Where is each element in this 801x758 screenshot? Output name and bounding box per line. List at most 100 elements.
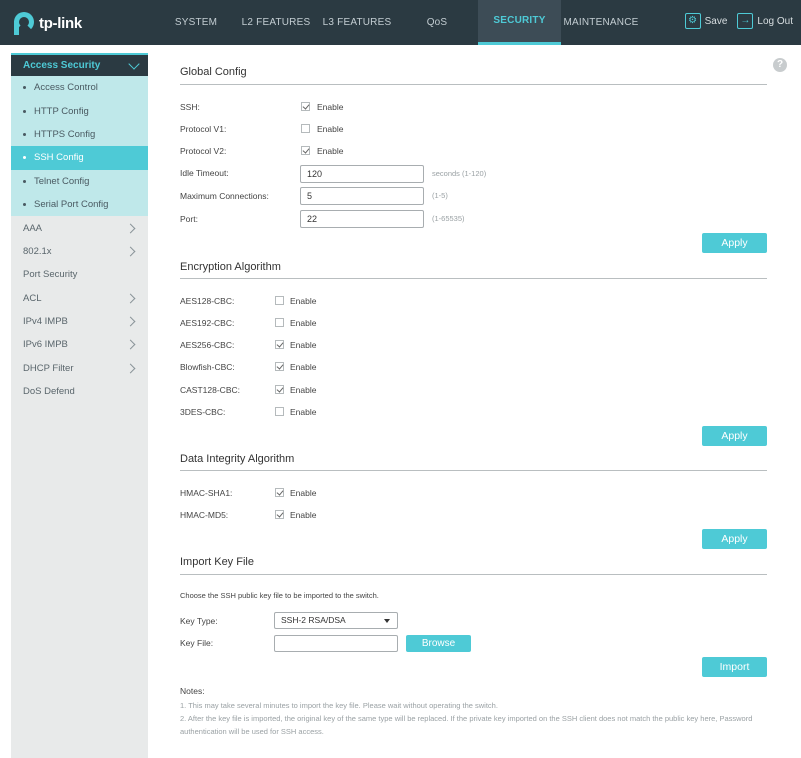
ssh-enable-checkbox[interactable] [301,102,310,111]
sidebar-item-label: Telnet Config [34,175,90,187]
sidebar-item-label: DHCP Filter [23,362,74,374]
sidebar-item-label: Port Security [23,269,78,281]
browse-button[interactable]: Browse [406,635,471,652]
sidebar-item-8021x[interactable]: 802.1x [11,240,148,263]
sidebar-item-https-config[interactable]: HTTPS Config [11,123,148,146]
sidebar-item-acl[interactable]: ACL [11,287,148,310]
sidebar-item-ssh-config[interactable]: SSH Config [11,146,148,170]
sidebar-item-ipv4-impb[interactable]: IPv4 IMPB [11,310,148,333]
3des-label: 3DES-CBC: [180,407,226,417]
aes128-enable-checkbox[interactable] [275,296,284,305]
hmac-sha1-enable-label: Enable [290,488,317,498]
aes192-enable-label: Enable [290,318,317,328]
hmac-md5-enable-label: Enable [290,510,317,520]
port-input[interactable]: 22 [300,210,424,228]
protocol-v2-enable-checkbox[interactable] [301,146,310,155]
section-divider [180,84,767,85]
aes128-label: AES128-CBC: [180,296,235,306]
sidebar-item-label: IPv6 IMPB [23,339,68,351]
section-divider [180,574,767,575]
note-1: 1. This may take several minutes to impo… [180,701,498,710]
global-config-apply-button[interactable]: Apply [702,233,767,253]
hmac-md5-enable-checkbox[interactable] [275,510,284,519]
chevron-right-icon [125,223,136,233]
logout-button[interactable]: → Log Out [737,13,793,29]
sidebar-item-dos-defend[interactable]: DoS Defend [11,380,148,403]
idle-timeout-input[interactable]: 120 [300,165,424,183]
cast128-enable-checkbox[interactable] [275,385,284,394]
key-file-input[interactable] [274,635,398,652]
top-header: tp-link SYSTEM L2 FEATURES L3 FEATURES Q… [0,0,801,45]
gear-icon: ⚙ [684,13,701,29]
import-button[interactable]: Import [702,657,767,677]
tp-link-logo-mark-icon [10,12,36,35]
notes-title: Notes: [180,686,205,696]
brand-name: tp-link [39,14,82,32]
blowfish-enable-checkbox[interactable] [275,362,284,371]
protocol-v1-enable-checkbox[interactable] [301,124,310,133]
3des-enable-checkbox[interactable] [275,407,284,416]
chevron-right-icon [125,340,136,350]
nav-l2-features[interactable]: L2 FEATURES [234,0,318,45]
encryption-title: Encryption Algorithm [180,261,281,273]
section-divider [180,278,767,279]
integrity-apply-button[interactable]: Apply [702,529,767,549]
hmac-sha1-enable-checkbox[interactable] [275,488,284,497]
aes256-enable-checkbox[interactable] [275,340,284,349]
nav-qos[interactable]: QoS [396,0,478,45]
nav-l3-features[interactable]: L3 FEATURES [318,0,396,45]
sidebar-item-serial-port-config[interactable]: Serial Port Config [11,193,148,216]
nav-system[interactable]: SYSTEM [158,0,234,45]
idle-timeout-label: Idle Timeout: [180,168,229,178]
help-icon[interactable]: ? [773,58,787,72]
nav-maintenance[interactable]: MAINTENANCE [561,0,641,45]
sidebar-item-label: Serial Port Config [34,199,109,211]
sidebar-item-label: Access Control [34,82,98,94]
caret-down-icon [384,619,390,623]
chevron-right-icon [125,363,136,374]
sidebar-item-aaa[interactable]: AAA [11,216,148,239]
sidebar-item-label: ACL [23,292,42,304]
key-type-value: SSH-2 RSA/DSA [281,615,346,625]
header-actions: ⚙ Save → Log Out [675,13,793,29]
chevron-down-icon [128,57,140,70]
3des-enable-label: Enable [290,407,317,417]
global-config-title: Global Config [180,66,247,78]
section-divider [180,470,767,471]
key-file-label: Key File: [180,638,214,648]
key-type-select[interactable]: SSH-2 RSA/DSA [274,612,398,629]
sidebar-item-label: SSH Config [34,152,84,164]
bullet-icon [23,109,26,113]
aes192-enable-checkbox[interactable] [275,318,284,327]
bullet-icon [23,203,26,207]
main-content [154,53,794,758]
main-nav: SYSTEM L2 FEATURES L3 FEATURES QoS SECUR… [158,0,641,45]
sidebar-item-port-security[interactable]: Port Security [11,263,148,286]
blowfish-label: Blowfish-CBC: [180,362,235,372]
encryption-apply-button[interactable]: Apply [702,426,767,446]
sidebar-group-access-security[interactable]: Access Security [11,53,148,76]
sidebar-item-label: AAA [23,222,43,234]
hmac-md5-label: HMAC-MD5: [180,510,229,520]
sidebar-item-access-control[interactable]: Access Control [11,76,148,99]
max-connections-label: Maximum Connections: [180,191,269,201]
max-connections-input[interactable]: 5 [300,187,424,205]
cast128-label: CAST128-CBC: [180,385,240,395]
sidebar-item-label: HTTP Config [34,105,89,117]
sidebar-item-ipv6-impb[interactable]: IPv6 IMPB [11,333,148,356]
port-label: Port: [180,214,198,224]
bullet-icon [23,179,26,183]
sidebar: Access Security Access Control HTTP Conf… [11,53,148,758]
tp-link-logo[interactable]: tp-link [10,12,82,35]
nav-security[interactable]: SECURITY [478,0,561,45]
sidebar-item-telnet-config[interactable]: Telnet Config [11,170,148,193]
save-button[interactable]: ⚙ Save [684,13,727,29]
import-title: Import Key File [180,556,254,568]
sidebar-item-label: DoS Defend [23,386,75,398]
sidebar-item-label: IPv4 IMPB [23,316,68,328]
logout-label: Log Out [757,15,793,27]
key-type-label: Key Type: [180,616,218,626]
sidebar-item-dhcp-filter[interactable]: DHCP Filter [11,357,148,380]
sidebar-item-http-config[interactable]: HTTP Config [11,99,148,122]
protocol-v2-enable-label: Enable [317,146,344,156]
